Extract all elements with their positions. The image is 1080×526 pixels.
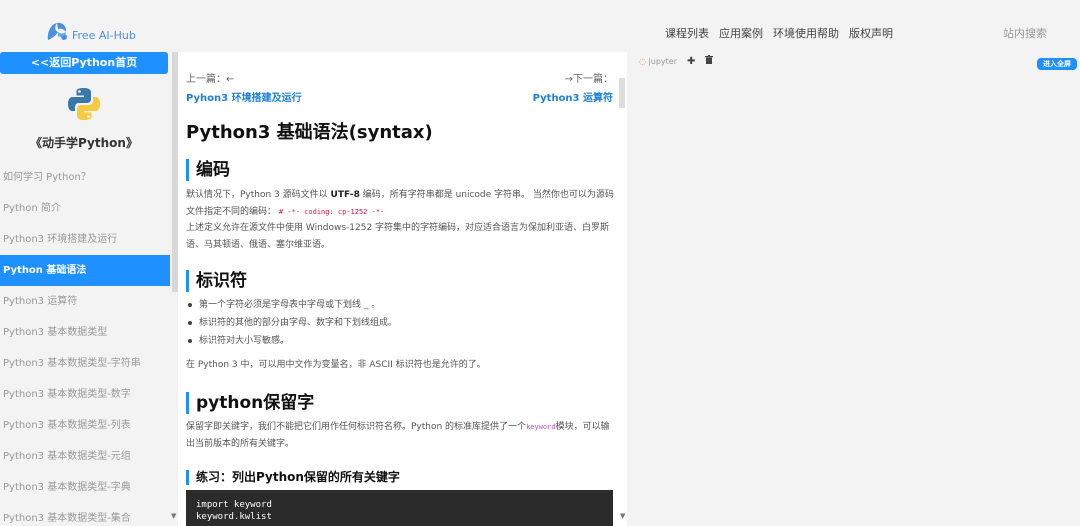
encoding-text-a: 默认情况下，Python 3 源码文件以 [186, 190, 331, 200]
top-nav: 课程列表 应用案例 环境使用帮助 版权声明 [665, 25, 893, 41]
top-header: Free AI-Hub 课程列表 应用案例 环境使用帮助 版权声明 站内搜索 [0, 0, 1080, 52]
nav-cases[interactable]: 应用案例 [719, 25, 763, 41]
code-line: import keyword [196, 500, 272, 510]
jupyter-logo-text: jupyter [648, 56, 677, 66]
sidebar-item-dicts[interactable]: Python3 基本数据类型-字典 [0, 472, 170, 503]
jupyter-panel: ◌ jupyter ✚ 进入全屏 [630, 52, 1080, 526]
list-item: 第一个字符必须是字母表中字母或下划线 _ 。 [186, 296, 606, 314]
course-title: 《动手学Python》 [30, 136, 138, 150]
site-logo[interactable]: Free AI-Hub [45, 20, 136, 42]
sidebar-item-strings[interactable]: Python3 基本数据类型-字符串 [0, 348, 170, 379]
code-line: keyword.kwlist [196, 512, 272, 522]
exercise-heading: 练习：列出Python保留的所有关键字 [186, 470, 400, 485]
identifier-note: 在 Python 3 中，可以用中文作为变量名，非 ASCII 标识符也是允许的… [186, 360, 486, 370]
sidebar-item-how-to-learn[interactable]: 如何学习 Python？ [0, 162, 170, 193]
plus-icon[interactable]: ✚ [687, 56, 695, 67]
sidebar-item-python-intro[interactable]: Python 简介 [0, 193, 170, 224]
prev-label: 上一篇：← [186, 74, 235, 85]
site-search[interactable]: 站内搜索 [1003, 25, 1047, 41]
keywords-paragraph: 保留字即关键字，我们不能把它们用作任何标识符名称。Python 的标准库提供了一… [186, 419, 614, 453]
article-content: 上一篇：← Pyhon3 环境搭建及运行 →下一篇： Python3 运算符 P… [178, 52, 627, 526]
next-label: →下一篇： [564, 74, 613, 85]
section-keywords-heading: python保留字 [186, 392, 314, 414]
jupyter-logo: ◌ jupyter [639, 56, 677, 66]
encoding-code-inline: # -*- coding: cp-1252 -*- [278, 208, 385, 216]
encoding-paragraph-2: 上述定义允许在源文件中使用 Windows-1252 字符集中的字符编码，对应适… [186, 223, 610, 250]
keywords-text-a: 保留字即关键字，我们不能把它们用作任何标识符名称。Python 的标准库提供了一… [186, 422, 527, 432]
sidebar-item-basic-syntax[interactable]: Python 基础语法 [0, 255, 170, 286]
content-scroll-down-icon[interactable]: ▼ [620, 512, 625, 520]
logo-text: Free AI-Hub [72, 29, 136, 42]
nav-env-help[interactable]: 环境使用帮助 [773, 25, 839, 41]
encoding-paragraph: 默认情况下，Python 3 源码文件以 UTF-8 编码，所有字符串都是 un… [186, 187, 614, 221]
next-article-link[interactable]: Python3 运算符 [533, 89, 613, 104]
back-to-python-home-button[interactable]: <<返回Python首页 [0, 52, 168, 74]
python-logo-icon [66, 86, 102, 122]
section-identifier-heading: 标识符 [186, 270, 247, 292]
code-cell[interactable]: import keyword keyword.kwlist [186, 490, 613, 526]
sidebar-item-sets[interactable]: Python3 基本数据类型-集合 [0, 503, 170, 526]
sidebar-item-tuples[interactable]: Python3 基本数据类型-元组 [0, 441, 170, 472]
keyword-module-inline: keyword [526, 423, 556, 431]
nav-copyright[interactable]: 版权声明 [849, 25, 893, 41]
list-item: 标识符的其他的部分由字母、数字和下划线组成。 [186, 314, 606, 332]
trash-icon[interactable] [705, 55, 714, 67]
enter-fullscreen-button[interactable]: 进入全屏 [1037, 58, 1077, 70]
page-title: Python3 基础语法(syntax) [186, 122, 433, 143]
encoding-utf8: UTF-8 [330, 190, 360, 200]
list-item: 标识符对大小写敏感。 [186, 332, 606, 350]
sidebar-item-env-setup[interactable]: Python3 环境搭建及运行 [0, 224, 170, 255]
sidebar-item-numbers[interactable]: Python3 基本数据类型-数字 [0, 379, 170, 410]
nav-courses[interactable]: 课程列表 [665, 25, 709, 41]
sidebar-item-lists[interactable]: Python3 基本数据类型-列表 [0, 410, 170, 441]
section-encoding-heading: 编码 [186, 159, 230, 181]
logo-icon [45, 20, 71, 42]
content-scrollbar[interactable] [619, 78, 625, 108]
sidebar-scroll-down-icon[interactable]: ▼ [171, 512, 176, 520]
sidebar: <<返回Python首页 《动手学Python》 如何学习 Python？ Py… [0, 52, 170, 526]
sidebar-item-operators[interactable]: Python3 运算符 [0, 286, 170, 317]
lesson-nav-list: 如何学习 Python？ Python 简介 Python3 环境搭建及运行 P… [0, 162, 170, 526]
sidebar-item-data-types[interactable]: Python3 基本数据类型 [0, 317, 170, 348]
identifier-rules-list: 第一个字符必须是字母表中字母或下划线 _ 。 标识符的其他的部分由字母、数字和下… [186, 296, 606, 350]
prev-article-link[interactable]: Pyhon3 环境搭建及运行 [186, 89, 302, 104]
jupyter-toolbar: ◌ jupyter ✚ [639, 55, 714, 67]
